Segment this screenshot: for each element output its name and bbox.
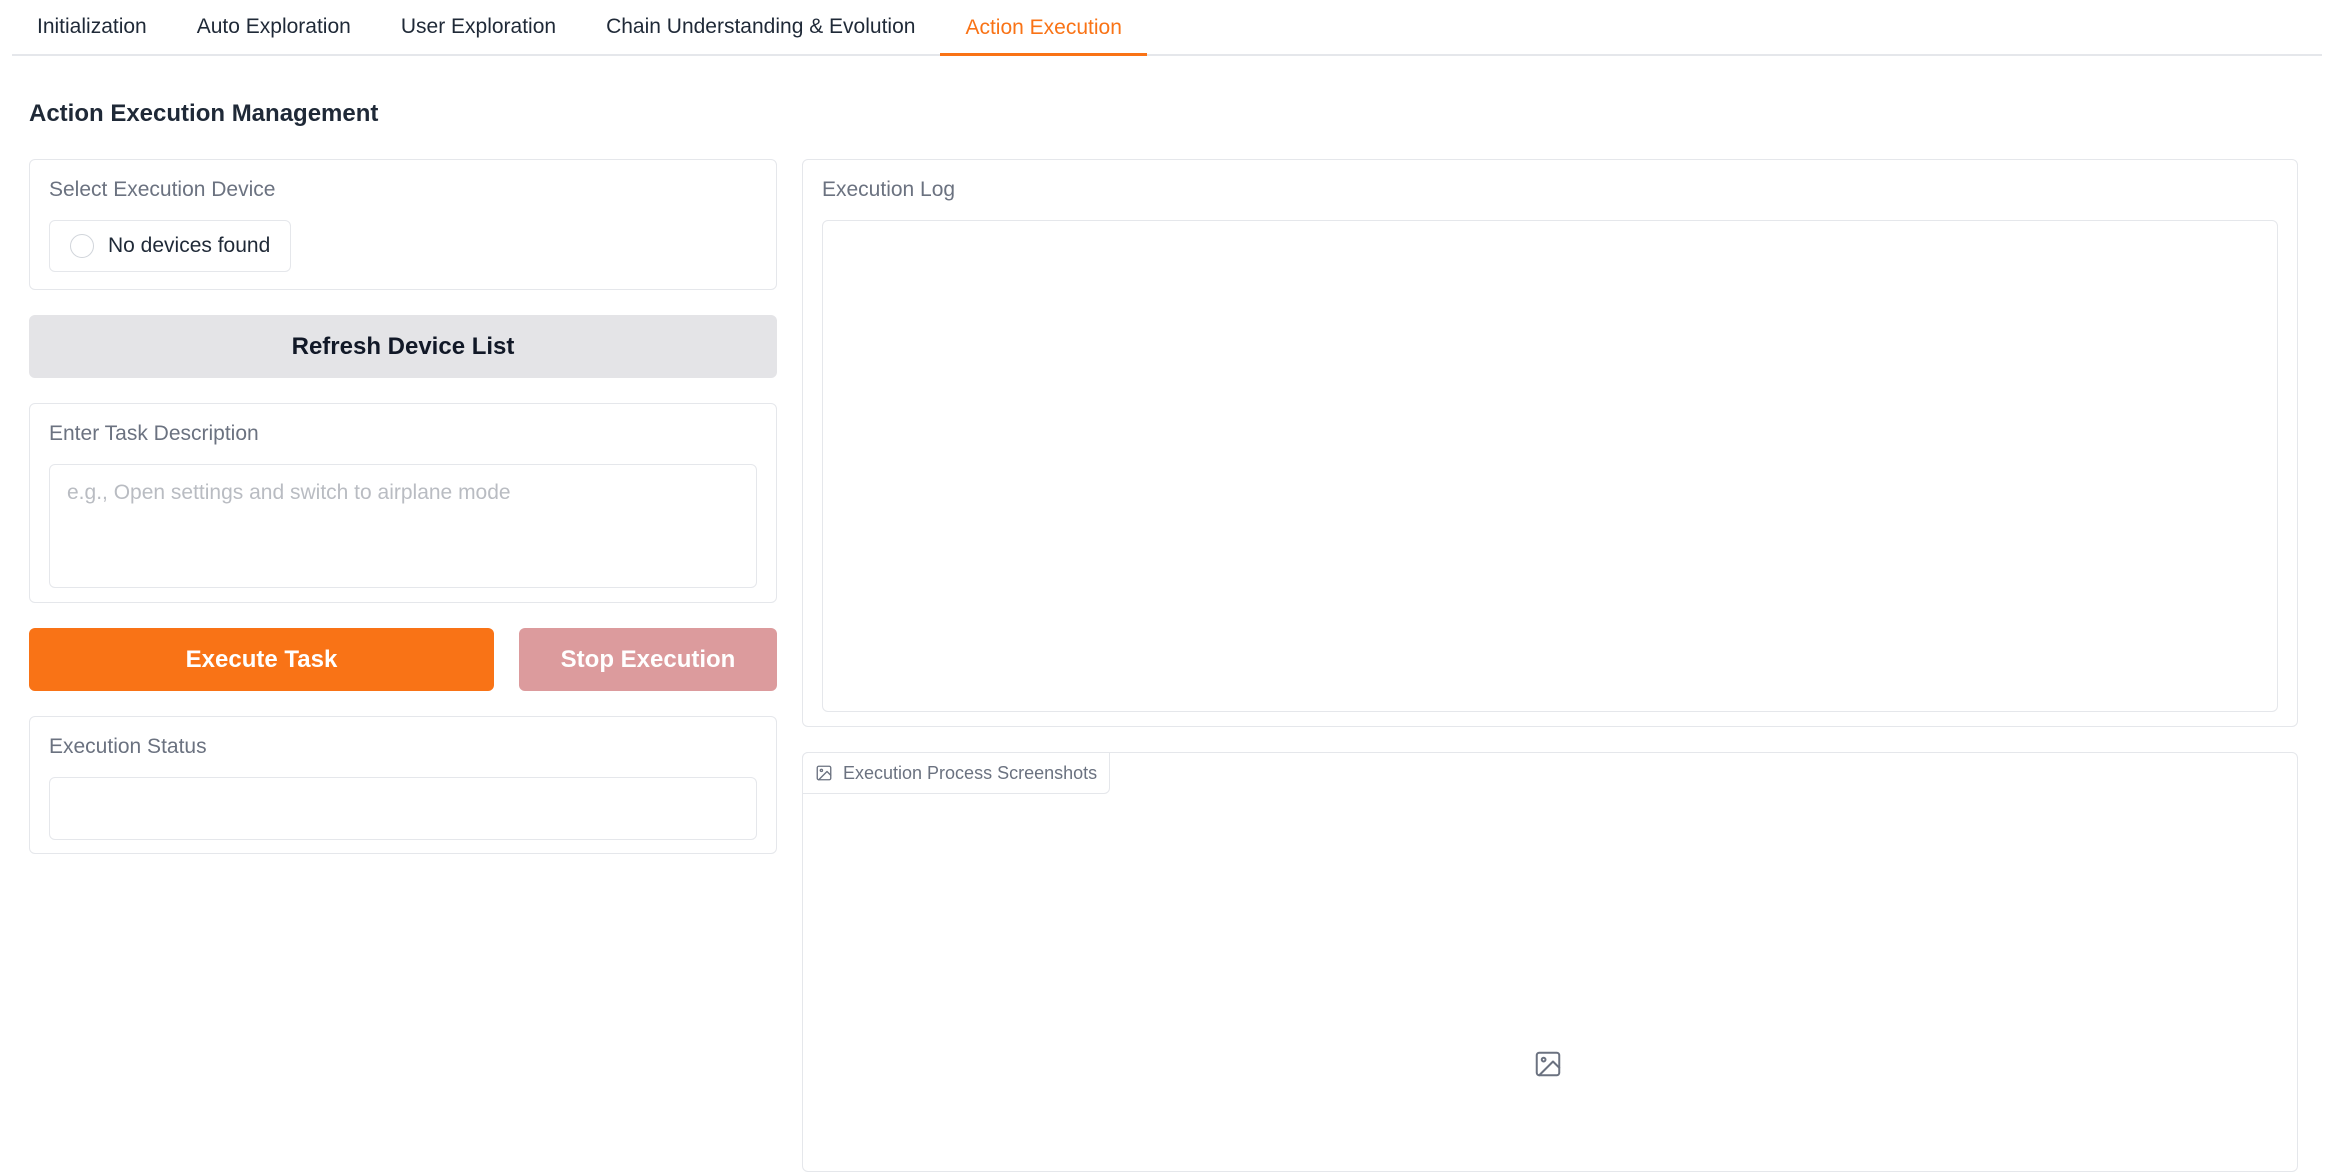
execute-task-button[interactable]: Execute Task bbox=[29, 628, 494, 691]
gallery-label: Execution Process Screenshots bbox=[843, 762, 1098, 783]
device-radio-option[interactable]: No devices found bbox=[49, 220, 292, 272]
execution-log-textarea[interactable] bbox=[822, 220, 2278, 712]
image-icon bbox=[816, 765, 832, 781]
tab-initialization[interactable]: Initialization bbox=[12, 0, 172, 54]
task-description-input[interactable] bbox=[49, 464, 757, 588]
execution-log-panel: Execution Log bbox=[802, 159, 2298, 727]
tab-bar: Initialization Auto Exploration User Exp… bbox=[12, 0, 2322, 56]
task-description-label: Enter Task Description bbox=[49, 422, 259, 445]
device-option-label: No devices found bbox=[108, 234, 271, 257]
tab-user-exploration[interactable]: User Exploration bbox=[376, 0, 581, 54]
execution-status-label: Execution Status bbox=[49, 735, 207, 758]
tab-chain-understanding-evolution[interactable]: Chain Understanding & Evolution bbox=[581, 0, 940, 54]
device-select-label: Select Execution Device bbox=[49, 178, 276, 201]
execution-status-field[interactable] bbox=[49, 777, 757, 840]
execution-log-label: Execution Log bbox=[822, 178, 956, 201]
radio-button[interactable] bbox=[70, 234, 94, 258]
execution-status-panel: Execution Status bbox=[29, 716, 777, 854]
task-description-panel: Enter Task Description bbox=[29, 403, 777, 603]
execution-screenshots-gallery: Execution Process Screenshots bbox=[802, 752, 2298, 1172]
device-select-panel: Select Execution Device No devices found bbox=[29, 159, 777, 290]
tab-action-execution[interactable]: Action Execution bbox=[940, 2, 1147, 56]
tab-auto-exploration[interactable]: Auto Exploration bbox=[172, 0, 376, 54]
stop-execution-button[interactable]: Stop Execution bbox=[519, 628, 777, 691]
page-title: Action Execution Management bbox=[29, 100, 379, 127]
gallery-label-tag: Execution Process Screenshots bbox=[802, 752, 1111, 794]
empty-image-placeholder-icon bbox=[1535, 1051, 1561, 1077]
refresh-device-list-button[interactable]: Refresh Device List bbox=[29, 315, 777, 378]
